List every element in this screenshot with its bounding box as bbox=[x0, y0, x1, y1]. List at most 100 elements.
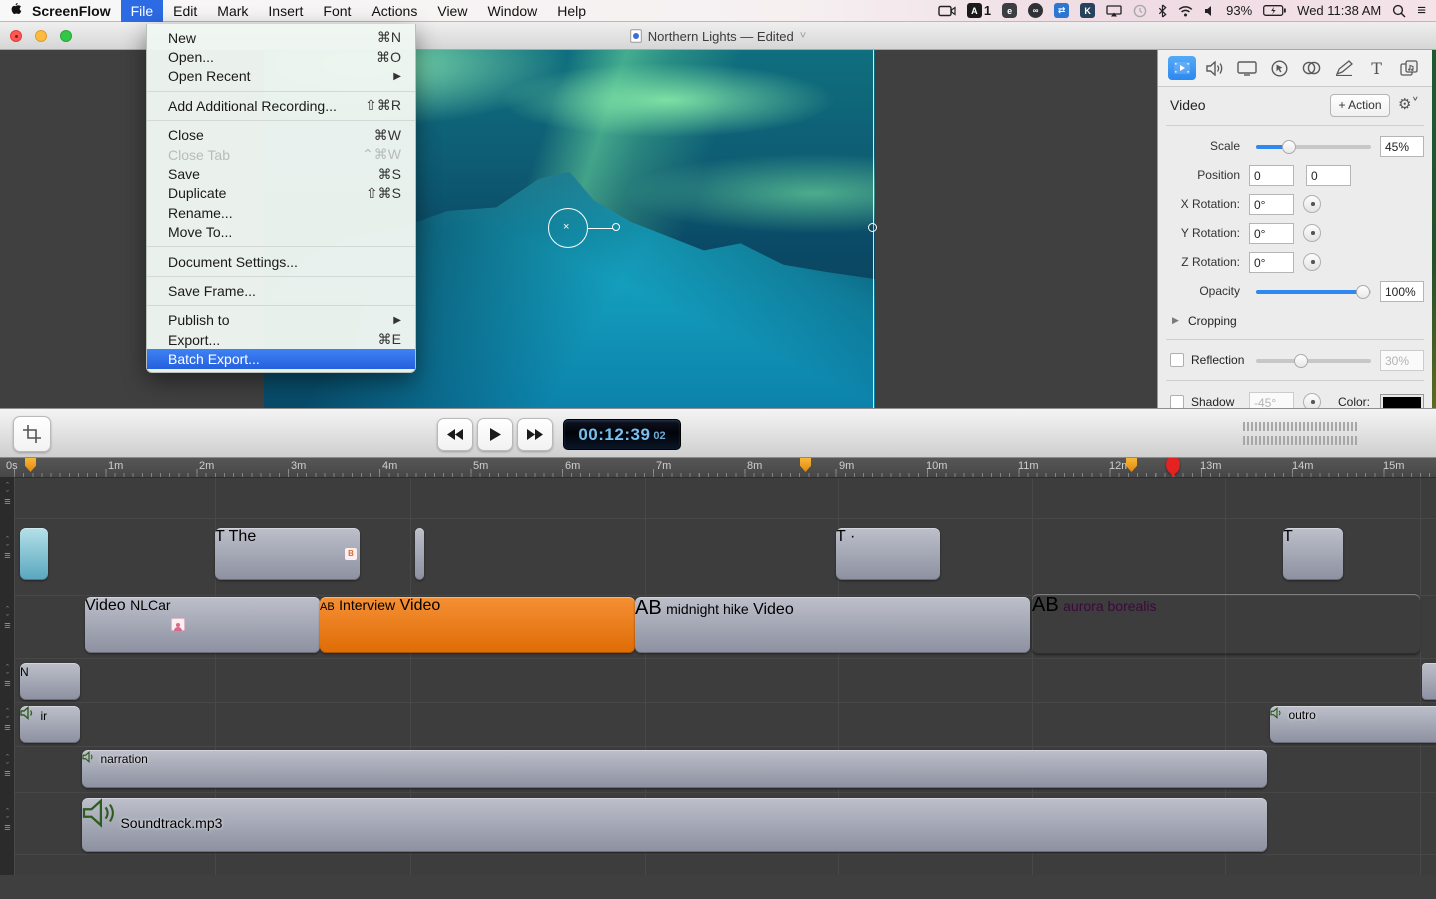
notification-center-icon[interactable]: ≡ bbox=[1417, 2, 1426, 19]
position-y-field[interactable]: 0 bbox=[1306, 165, 1351, 186]
track-controls[interactable]: ˆˇ≡ bbox=[0, 708, 15, 732]
text-clip-3[interactable]: T bbox=[1283, 528, 1343, 580]
cropping-row[interactable]: ▶ Cropping bbox=[1158, 311, 1432, 333]
video-action-badge[interactable]: Video bbox=[85, 597, 126, 614]
video-clip-aurora-borealis-selected[interactable]: AB aurora borealis bbox=[1032, 594, 1420, 654]
z-rotation-dial[interactable] bbox=[1303, 253, 1321, 271]
title-chevron-icon[interactable]: ˅ bbox=[800, 30, 806, 42]
menu-item-rename[interactable]: Rename... bbox=[147, 203, 415, 222]
track-controls[interactable]: ˆˇ≡ bbox=[0, 606, 15, 630]
bluetooth-icon[interactable] bbox=[1158, 4, 1167, 18]
tab-screen-recording[interactable] bbox=[1233, 56, 1261, 80]
track-controls[interactable]: ˆˇ≡ bbox=[0, 664, 15, 688]
video-action-badge[interactable]: Video bbox=[753, 601, 794, 618]
fast-forward-button[interactable] bbox=[517, 418, 553, 451]
text-clip-2[interactable]: T · bbox=[836, 528, 940, 580]
menubar-clock[interactable]: Wed 11:38 AM bbox=[1297, 3, 1381, 18]
text-clip-the[interactable]: T The B bbox=[215, 528, 360, 580]
apple-menu-icon[interactable] bbox=[0, 2, 30, 20]
menu-item-open-recent[interactable]: Open Recent▶ bbox=[147, 67, 415, 86]
wifi-icon[interactable] bbox=[1178, 5, 1193, 17]
cropping-label[interactable]: Cropping bbox=[1188, 314, 1237, 328]
menu-item-new[interactable]: New⌘N bbox=[147, 28, 415, 47]
rewind-button[interactable] bbox=[437, 418, 473, 451]
tab-video[interactable] bbox=[1168, 56, 1196, 80]
menu-item-batch-export[interactable]: Batch Export... bbox=[147, 349, 415, 368]
timeline-ruler[interactable]: 0s 1m 2m 3m 4m 5m 6m 7m 8m 9m 10m 11m 12… bbox=[0, 458, 1436, 478]
y-rotation-field[interactable]: 0° bbox=[1249, 223, 1294, 244]
track-controls[interactable]: ˆˇ≡ bbox=[0, 808, 15, 832]
evernote-icon[interactable]: e bbox=[1002, 3, 1017, 18]
timeline[interactable]: ˆˇ≡ ˆˇ≡ ˆˇ≡ ˆˇ≡ ˆˇ≡ ˆˇ≡ ˆˇ≡ T The B T · … bbox=[0, 478, 1436, 875]
scale-slider[interactable] bbox=[1256, 145, 1371, 149]
video-action-badge[interactable]: Video bbox=[400, 597, 441, 614]
menu-help[interactable]: Help bbox=[547, 0, 596, 22]
menu-window[interactable]: Window bbox=[477, 0, 547, 22]
disclosure-triangle-icon[interactable]: ▶ bbox=[1172, 315, 1179, 326]
reflection-value[interactable]: 30% bbox=[1380, 350, 1424, 371]
menu-insert[interactable]: Insert bbox=[258, 0, 313, 22]
menu-font[interactable]: Font bbox=[313, 0, 361, 22]
track-controls[interactable]: ˆˇ≡ bbox=[0, 754, 15, 778]
play-button[interactable] bbox=[477, 418, 513, 451]
x-rotation-dial[interactable] bbox=[1303, 195, 1321, 213]
timeline-marker[interactable] bbox=[25, 457, 36, 472]
media-clip-right-partial[interactable] bbox=[1422, 663, 1436, 700]
crop-button[interactable] bbox=[13, 416, 51, 452]
airplay-icon[interactable] bbox=[1106, 5, 1122, 17]
time-machine-icon[interactable] bbox=[1133, 4, 1147, 18]
menu-view[interactable]: View bbox=[427, 0, 477, 22]
volume-icon[interactable] bbox=[1204, 5, 1215, 17]
app-name[interactable]: ScreenFlow bbox=[32, 3, 111, 19]
opacity-value[interactable]: 100% bbox=[1380, 281, 1424, 302]
menu-mark[interactable]: Mark bbox=[207, 0, 258, 22]
input-source-icon[interactable]: A1 bbox=[967, 3, 991, 18]
window-title[interactable]: Northern Lights — Edited bbox=[648, 29, 794, 44]
menu-item-duplicate[interactable]: Duplicate⇧⌘S bbox=[147, 184, 415, 203]
timeline-marker[interactable] bbox=[800, 457, 811, 472]
spotlight-icon[interactable] bbox=[1392, 4, 1406, 18]
menu-item-close[interactable]: Close⌘W bbox=[147, 126, 415, 145]
tab-touch-callout[interactable] bbox=[1298, 56, 1326, 80]
y-rotation-dial[interactable] bbox=[1303, 224, 1321, 242]
shadow-checkbox[interactable] bbox=[1170, 395, 1184, 408]
screen-recording-icon[interactable] bbox=[938, 5, 956, 17]
tab-text[interactable]: T bbox=[1363, 56, 1391, 80]
text-clip-small[interactable] bbox=[20, 528, 48, 580]
position-x-field[interactable]: 0 bbox=[1249, 165, 1294, 186]
k-app-icon[interactable]: K bbox=[1080, 3, 1095, 18]
tab-audio[interactable] bbox=[1200, 56, 1228, 80]
menu-edit[interactable]: Edit bbox=[163, 0, 207, 22]
menu-item-save[interactable]: Save⌘S bbox=[147, 164, 415, 183]
media-clip-left[interactable]: N bbox=[20, 663, 80, 700]
menu-item-document-settings[interactable]: Document Settings... bbox=[147, 252, 415, 271]
video-clip-nlcar[interactable]: Video NLCar bbox=[85, 597, 320, 653]
playhead-handle[interactable] bbox=[1166, 456, 1180, 474]
creative-cloud-icon[interactable]: ∞ bbox=[1028, 3, 1043, 18]
shadow-angle-field[interactable]: -45° bbox=[1249, 392, 1294, 408]
audio-clip-soundtrack[interactable]: Soundtrack.mp3 bbox=[82, 798, 1267, 852]
shadow-angle-dial[interactable] bbox=[1303, 393, 1321, 408]
menu-item-move-to[interactable]: Move To... bbox=[147, 223, 415, 242]
selection-resize-handle[interactable] bbox=[868, 223, 877, 232]
menu-item-publish-to[interactable]: Publish to▶ bbox=[147, 311, 415, 330]
z-rotation-field[interactable]: 0° bbox=[1249, 252, 1294, 273]
tab-callout[interactable] bbox=[1265, 56, 1293, 80]
scale-value[interactable]: 45% bbox=[1380, 136, 1424, 157]
menu-item-open[interactable]: Open...⌘O bbox=[147, 47, 415, 66]
track-controls[interactable]: ˆˇ≡ bbox=[0, 482, 15, 506]
menu-item-export[interactable]: Export...⌘E bbox=[147, 330, 415, 349]
audio-clip-outro[interactable]: outro bbox=[1270, 706, 1436, 743]
reflection-slider[interactable] bbox=[1256, 359, 1371, 363]
audio-clip-intro[interactable]: ir bbox=[20, 706, 80, 743]
reflection-checkbox[interactable] bbox=[1170, 353, 1184, 367]
menu-item-save-frame[interactable]: Save Frame... bbox=[147, 281, 415, 300]
video-clip-interview[interactable]: AB Interview Video bbox=[320, 597, 635, 653]
track-controls[interactable]: ˆˇ≡ bbox=[0, 536, 15, 560]
shadow-color-swatch[interactable] bbox=[1380, 394, 1424, 408]
x-rotation-field[interactable]: 0° bbox=[1249, 194, 1294, 215]
callout-anchor-handle[interactable] bbox=[612, 223, 620, 231]
teamviewer-icon[interactable]: ⇄ bbox=[1054, 3, 1069, 18]
audio-clip-narration[interactable]: narration bbox=[82, 750, 1267, 788]
video-clip-midnight-hike[interactable]: AB midnight hike Video bbox=[635, 597, 1030, 653]
